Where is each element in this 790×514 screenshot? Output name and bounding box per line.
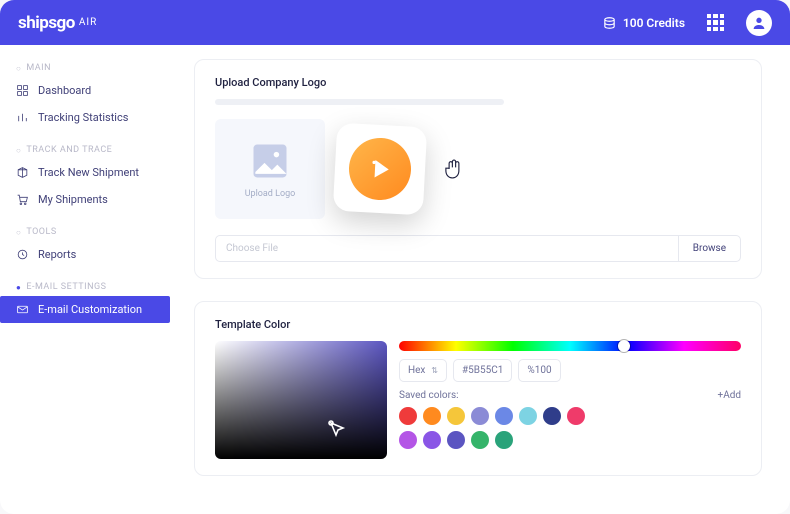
image-placeholder-icon [248,139,292,183]
saturation-value-picker[interactable] [215,341,387,459]
avatar[interactable] [746,10,772,36]
color-swatch[interactable] [471,431,489,449]
cursor-pointer-icon [325,417,349,441]
saved-colors-label: Saved colors: [399,390,459,401]
opacity-input[interactable]: %100 [518,359,560,382]
color-swatch[interactable] [399,431,417,449]
package-icon [16,166,29,179]
sidebar: MAIN Dashboard Tracking Statistics TRACK AN… [0,45,170,514]
apps-grid-icon[interactable] [707,14,724,31]
dashboard-icon [16,84,29,97]
stats-icon [16,111,29,124]
color-swatch[interactable] [399,407,417,425]
color-card: Template Color Hex [194,301,762,476]
nav-section-header: MAIN [0,59,170,77]
color-swatch[interactable] [423,431,441,449]
color-swatch[interactable] [447,407,465,425]
brand-suffix: AIR [79,17,97,28]
credits-label: 100 Credits [623,16,685,30]
mail-icon [16,303,29,316]
credits-badge[interactable]: 100 Credits [602,16,685,30]
sidebar-item-label: Tracking Statistics [38,111,128,124]
sidebar-item-label: Track New Shipment [38,166,139,179]
credits-icon [602,16,617,30]
chevron-updown-icon: ⇅ [431,366,438,375]
grab-hand-icon [441,156,467,182]
sidebar-item-label: E-mail Customization [38,303,142,316]
hue-handle[interactable] [618,340,630,352]
sidebar-item[interactable]: My Shipments [0,186,170,213]
color-swatch[interactable] [519,407,537,425]
upload-title: Upload Company Logo [215,76,741,89]
sidebar-item-label: Reports [38,248,76,261]
clock-icon [16,248,29,261]
brand-logo: shipsgo [18,13,75,33]
cart-icon [16,193,29,206]
sidebar-item[interactable]: E-mail Customization [0,296,170,323]
swatch-list [399,407,599,449]
color-swatch[interactable] [447,431,465,449]
nav-section-header: TRACK AND TRACE [0,141,170,159]
sidebar-item[interactable]: Reports [0,241,170,268]
preview-chip[interactable] [333,123,427,216]
color-swatch[interactable] [567,407,585,425]
nav-section-header: TOOLS [0,223,170,241]
sidebar-item[interactable]: Track New Shipment [0,159,170,186]
nav-section-header: E-MAIL SETTINGS [0,278,170,296]
file-row: Choose File Browse [215,235,741,262]
upload-dropzone[interactable]: Upload Logo [215,119,325,219]
color-swatch[interactable] [423,407,441,425]
play-image-icon [364,153,396,185]
hue-slider[interactable] [399,341,741,351]
sidebar-item-label: My Shipments [38,193,108,206]
add-color-button[interactable]: +Add [718,390,741,401]
hex-input[interactable]: #5B55C1 [453,359,512,382]
color-swatch[interactable] [495,407,513,425]
color-mode-select[interactable]: Hex ⇅ [399,359,447,382]
sidebar-item[interactable]: Dashboard [0,77,170,104]
color-title: Template Color [215,318,741,331]
upload-progress [215,99,504,105]
color-swatch[interactable] [471,407,489,425]
sidebar-item[interactable]: Tracking Statistics [0,104,170,131]
color-swatch[interactable] [543,407,561,425]
sidebar-item-label: Dashboard [38,84,91,97]
color-swatch[interactable] [495,431,513,449]
upload-box-label: Upload Logo [245,189,296,199]
browse-button[interactable]: Browse [678,236,740,261]
color-mode-value: Hex [408,365,425,376]
file-input[interactable]: Choose File [216,236,678,261]
upload-card: Upload Company Logo Upload Logo Choose F… [194,59,762,279]
